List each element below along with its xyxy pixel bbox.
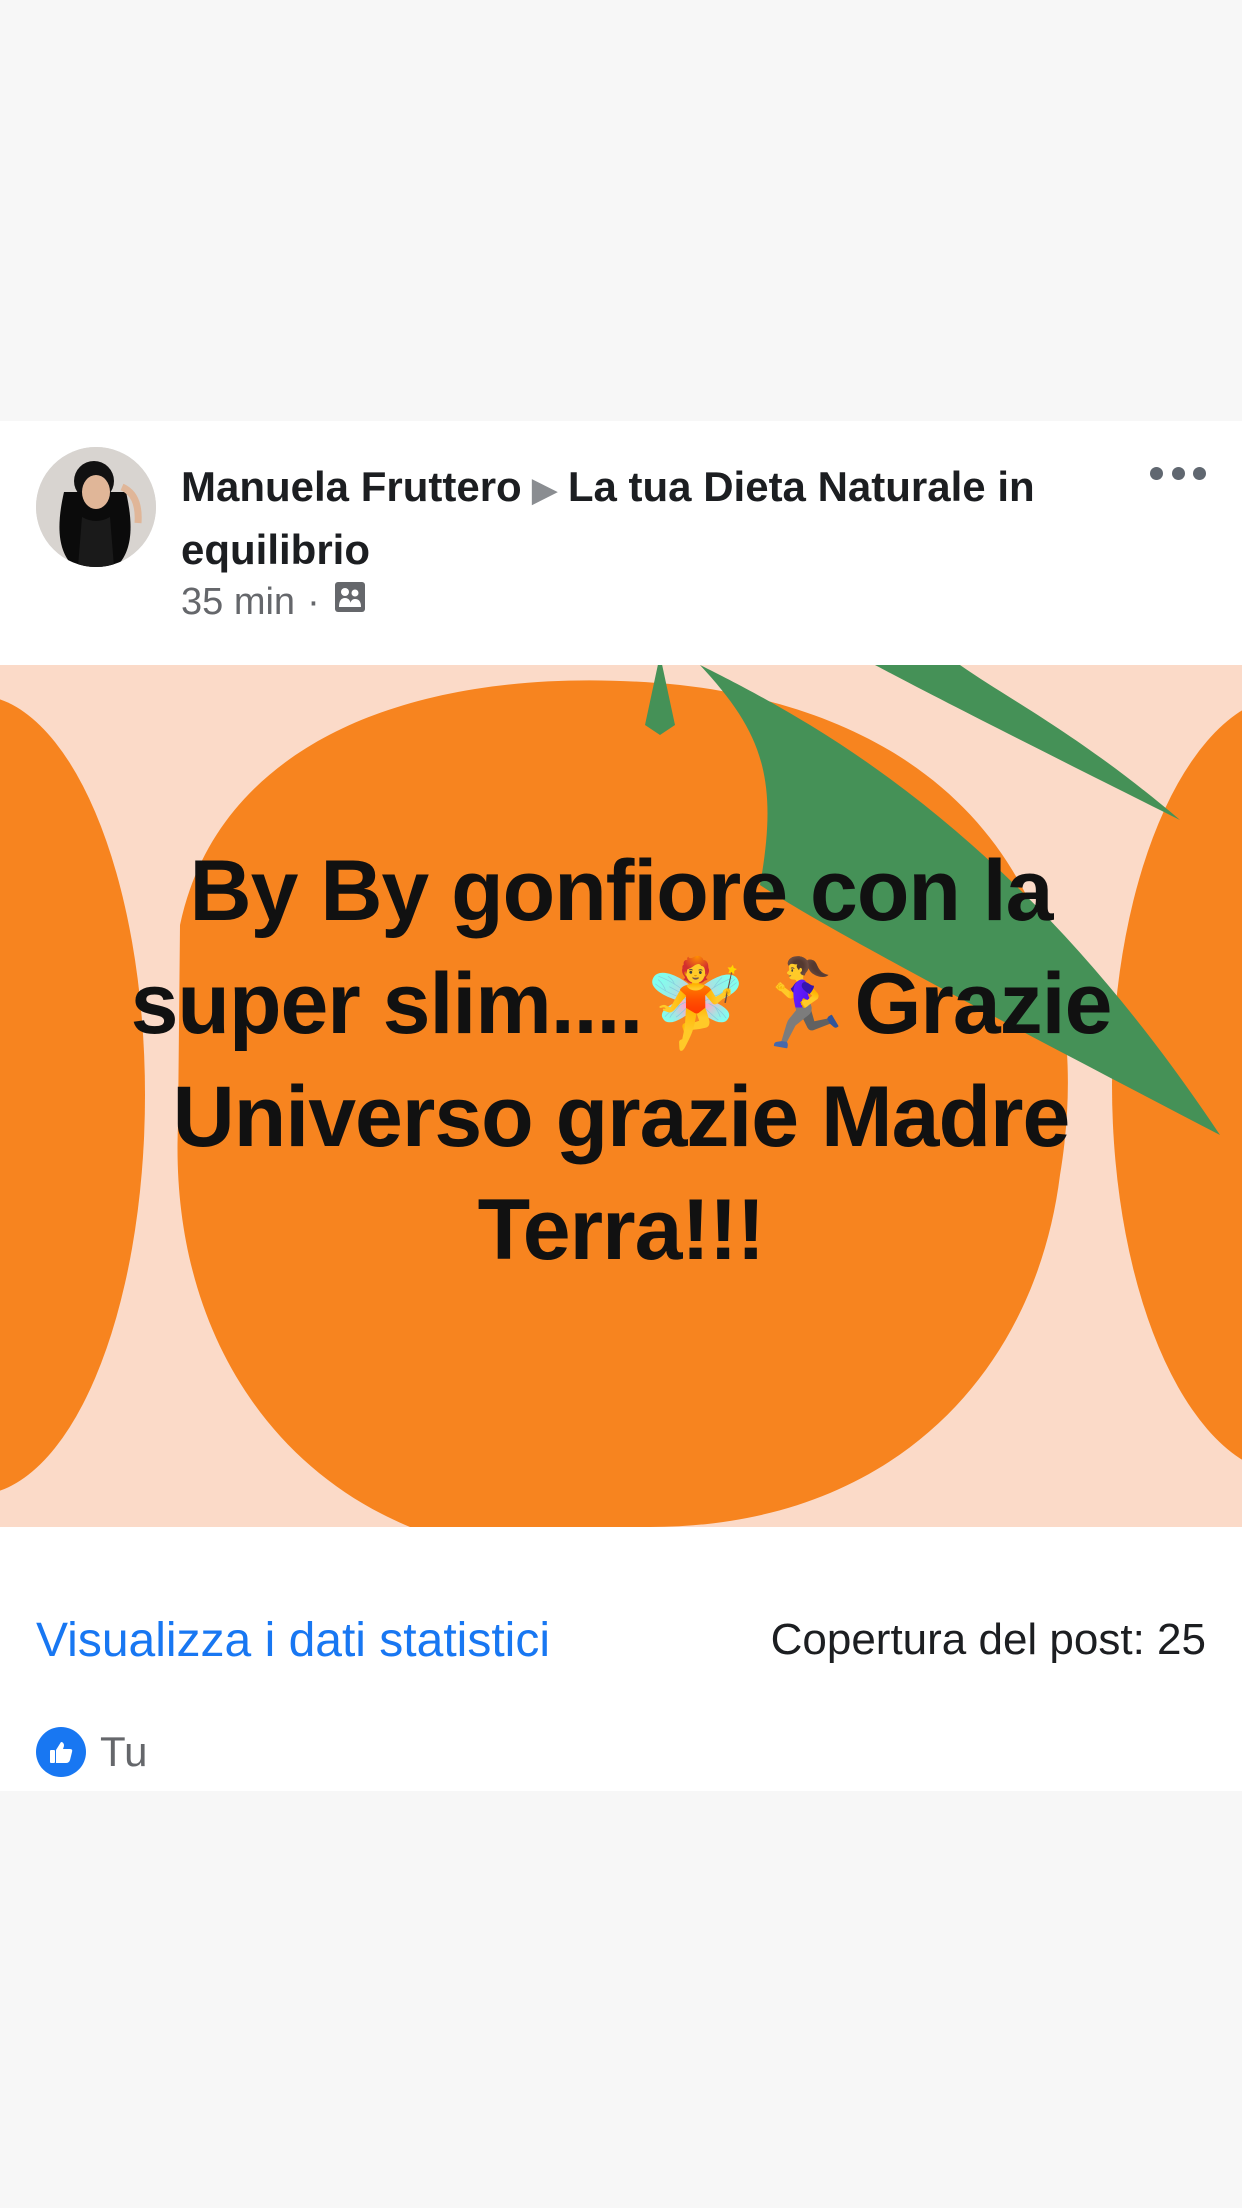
reactions-row[interactable]: Tu [36, 1727, 147, 1777]
top-spacer [0, 0, 1242, 421]
page: Manuela Fruttero ▶ La tua Dieta Naturale i… [0, 0, 1242, 2208]
post-card: Manuela Fruttero ▶ La tua Dieta Naturale i… [0, 421, 1242, 1791]
view-insights-link[interactable]: Visualizza i dati statistici [36, 1613, 550, 1668]
post-reach: Copertura del post: 25 [770, 1615, 1206, 1664]
meta-separator: · [307, 580, 320, 623]
post-image-text: By By gonfiore con la super slim....🧚🏃‍♀… [130, 843, 1113, 1278]
group-members-icon [332, 579, 368, 625]
author-avatar[interactable] [36, 447, 156, 567]
post-stats-row: Visualizza i dati statistici Copertura d… [0, 1527, 1242, 1727]
share-arrow-icon: ▶ [531, 471, 558, 509]
bottom-spacer [0, 1791, 1242, 2208]
author-name[interactable]: Manuela Fruttero [181, 463, 522, 510]
like-icon [36, 1727, 86, 1777]
post-header: Manuela Fruttero ▶ La tua Dieta Naturale i… [0, 421, 1242, 665]
reaction-names: Tu [100, 1728, 148, 1775]
post-meta: 35 min · [181, 579, 368, 625]
post-time[interactable]: 35 min [181, 581, 295, 624]
post-image[interactable]: By By gonfiore con la super slim....🧚🏃‍♀… [0, 665, 1242, 1527]
more-options-icon[interactable] [1150, 463, 1206, 483]
post-author-line: Manuela Fruttero ▶ La tua Dieta Naturale i… [181, 457, 1141, 580]
